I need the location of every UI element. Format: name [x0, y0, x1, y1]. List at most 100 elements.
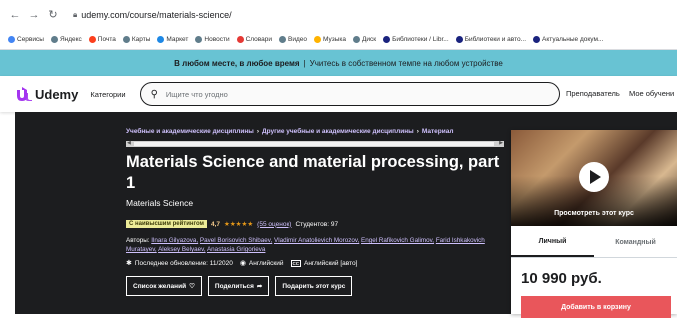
breadcrumb-item[interactable]: Материал — [422, 128, 454, 135]
captions-language: Английский [авто] — [304, 259, 358, 267]
bookmark-label: Библиотеки / Libr... — [392, 36, 449, 43]
bookmark-label: Диск — [362, 36, 377, 43]
bookmark-item[interactable]: Словари — [236, 36, 272, 43]
page-title: Materials Science and material processin… — [126, 153, 500, 192]
bookmark-item[interactable]: Сервисы — [8, 36, 44, 43]
bookmark-icon — [157, 36, 165, 43]
author-link[interactable]: Engel Rafikovich Galimov, — [361, 237, 434, 244]
breadcrumb-item[interactable]: Другие учебные и академические дисциплин… — [262, 128, 414, 135]
udemy-logo[interactable]: Udemy — [16, 87, 78, 102]
banner-separator: | — [303, 58, 306, 68]
bookmark-label: Сервисы — [17, 36, 44, 43]
breadcrumb: Учебные и академические дисциплины › Други… — [126, 128, 504, 135]
wishlist-button[interactable]: Список желаний ♡ — [126, 276, 202, 296]
bookmark-item[interactable]: Новости — [195, 36, 230, 43]
bookmark-item[interactable]: Маркет — [157, 36, 188, 43]
wishlist-label: Список желаний — [133, 282, 187, 290]
bookmark-item[interactable]: Карты — [122, 36, 151, 43]
heart-icon: ♡ — [189, 283, 195, 290]
bookmark-item[interactable]: Диск — [353, 36, 376, 43]
rating-score: 4,7 — [210, 220, 221, 228]
bookmark-icon — [236, 36, 244, 43]
bookmark-item[interactable]: Библиотеки / Libr... — [383, 36, 449, 43]
author-link[interactable]: Ilnara Gilyazova, — [151, 237, 198, 244]
gift-label: Подарить этот курс — [282, 282, 346, 290]
url-field[interactable]: 🔒︎ udemy.com/course/materials-science/ — [73, 10, 232, 20]
bookmark-item[interactable]: Почта — [88, 36, 116, 43]
author-link[interactable]: Vladimir Anatolievich Morozov, — [274, 237, 359, 244]
search-input[interactable] — [165, 89, 546, 99]
udemy-logo-icon — [17, 87, 32, 101]
bookmark-item[interactable]: Актуальные докум... — [533, 36, 603, 43]
teacher-link[interactable]: Преподаватель — [566, 76, 620, 112]
bookmark-icon — [383, 36, 391, 43]
reviews-link[interactable]: (55 оценок) — [257, 221, 291, 228]
bookmark-label: Новости — [204, 36, 230, 43]
bookmark-item[interactable]: Музыка — [314, 36, 346, 43]
tab-personal[interactable]: Личный — [511, 228, 594, 257]
course-meta: ✱ Последнее обновление: 11/2020 ◉ Англий… — [126, 259, 357, 267]
preview-label: Просмотреть этот курс — [554, 210, 634, 217]
bookmark-item[interactable]: Библиотеки и авто... — [455, 36, 526, 43]
chevron-right-icon: › — [416, 128, 419, 135]
categories-link[interactable]: Категории — [90, 90, 125, 99]
breadcrumb-item[interactable]: Учебные и академические дисциплины — [126, 128, 254, 135]
course-price: 10 990 руб. — [521, 270, 602, 287]
search-box[interactable]: ⚲ — [139, 82, 560, 106]
gift-button[interactable]: Подарить этот курс — [275, 276, 353, 296]
bookmark-icon — [533, 36, 541, 43]
search-icon[interactable]: ⚲ — [151, 89, 158, 100]
share-arrow-icon: ➦ — [256, 283, 263, 290]
my-learning-link[interactable]: Мое обучени — [629, 76, 674, 112]
authors-list: Авторы: Ilnara Gilyazova, Pavel Borisovi… — [126, 236, 502, 254]
add-to-cart-button[interactable]: Добавить в корзину — [521, 296, 671, 318]
globe-icon: ◉ — [239, 260, 246, 267]
scroll-left-icon[interactable]: ◀ — [127, 140, 131, 146]
star-rating-icon: ★★★★★ — [224, 221, 254, 228]
promo-banner: В любом месте, в любое время | Учитесь в… — [0, 50, 677, 76]
url-text: udemy.com/course/materials-science/ — [81, 10, 232, 20]
banner-bold: В любом месте, в любое время — [174, 58, 300, 68]
browser-address-bar: ← → ↻ 🔒︎ udemy.com/course/materials-scie… — [0, 0, 677, 30]
tab-team[interactable]: Командный — [594, 228, 677, 257]
students-count: Студентов: 97 — [295, 220, 339, 228]
chevron-right-icon: › — [256, 128, 260, 135]
scrollbar-thumb[interactable] — [134, 142, 494, 146]
logo-text: Udemy — [35, 86, 79, 102]
author-link[interactable]: Aleksey Belyaev, — [158, 246, 205, 253]
bookmark-label: Почта — [97, 36, 116, 43]
bookmark-label: Актуальные докум... — [542, 36, 604, 43]
alert-icon: ✱ — [126, 260, 132, 267]
bookmark-icon — [279, 36, 286, 43]
bookmark-icon — [195, 36, 203, 43]
captions-icon: CC — [290, 259, 301, 267]
play-icon[interactable] — [579, 162, 609, 192]
bookmark-icon — [8, 36, 15, 43]
scroll-right-icon[interactable]: ▶ — [499, 140, 503, 146]
bookmark-icon — [353, 36, 360, 43]
course-subtitle: Materials Science — [126, 198, 194, 208]
bookmark-icon — [122, 36, 130, 43]
bookmark-icon — [314, 36, 321, 43]
site-header: Udemy Категории ⚲ Преподаватель Мое обуч… — [0, 76, 677, 112]
course-actions: Список желаний ♡ Поделиться ➦ Подарить э… — [126, 276, 353, 296]
rating-row: С наивысшим рейтингом 4,7 ★★★★★ (55 оцен… — [126, 220, 338, 228]
author-link[interactable]: Anastasia Grigorieva — [207, 246, 265, 253]
reload-icon[interactable]: ↻ — [46, 8, 60, 22]
bookmark-icon — [50, 36, 58, 43]
bookmark-label: Видео — [288, 36, 307, 43]
bookmark-item[interactable]: Яндекс — [50, 36, 82, 43]
bookmark-icon — [88, 36, 96, 43]
forward-icon[interactable]: → — [27, 8, 41, 22]
back-icon[interactable]: ← — [8, 8, 22, 22]
bookmark-label: Карты — [131, 36, 151, 43]
banner-text: Учитесь в собственном темпе на любом уст… — [309, 58, 503, 68]
bookmark-label: Маркет — [166, 36, 189, 43]
bestseller-badge: С наивысшим рейтингом — [126, 220, 207, 228]
course-preview[interactable]: Просмотреть этот курс — [511, 130, 677, 226]
author-link[interactable]: Pavel Borisovich Shibaev, — [200, 237, 272, 244]
breadcrumb-scrollbar[interactable]: ◀ ▶ — [126, 140, 504, 147]
bookmark-item[interactable]: Видео — [279, 36, 307, 43]
share-button[interactable]: Поделиться ➦ — [207, 276, 270, 296]
bookmark-icon — [455, 36, 463, 43]
